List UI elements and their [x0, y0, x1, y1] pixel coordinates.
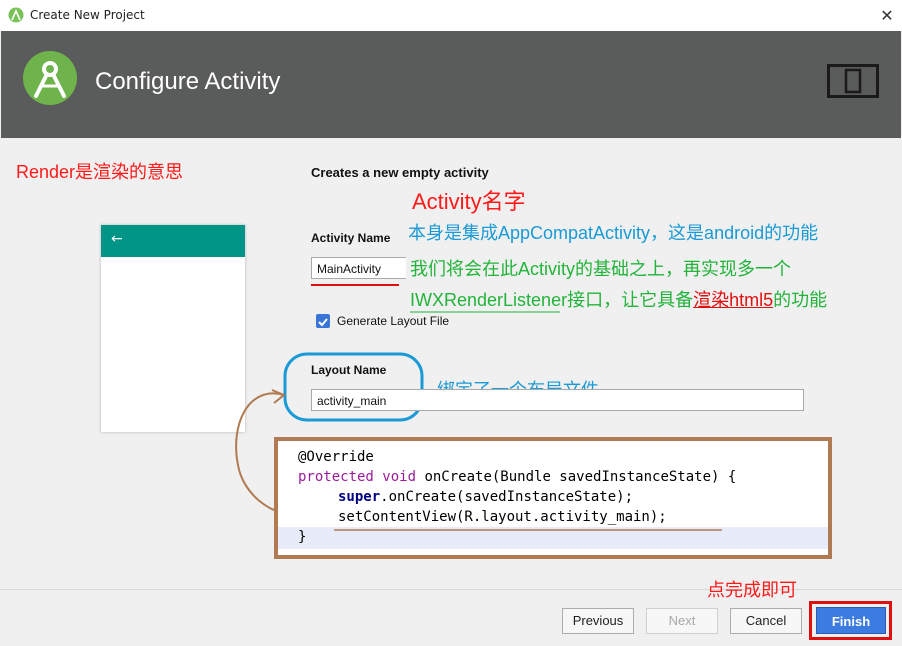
render-annotation: Render是渲染的意思	[16, 162, 184, 182]
layout-name-field[interactable]: activity_main	[311, 389, 804, 411]
code-text: .onCreate(savedInstanceState);	[380, 489, 634, 505]
annotation-red-html5: 渲染html5	[693, 290, 774, 310]
annotation-green-1: 我们将会在此Activity的基础之上，再实现多一个	[410, 259, 792, 279]
wizard-header: Configure Activity	[1, 31, 901, 138]
finish-annotation: 点完成即可	[707, 580, 797, 600]
annotation-green-2: IWXRenderListener接口，让它具备渲染html5的功能	[410, 286, 827, 312]
code-keyword-super: super	[338, 489, 381, 505]
window-titlebar: Create New Project ✕	[0, 0, 902, 31]
android-studio-icon	[8, 7, 24, 23]
activity-name-annotation: Activity名字	[412, 189, 526, 214]
annotation-green-2a: IWXRenderListener接口，让它具备	[410, 290, 694, 310]
annotation-blue-1: 本身是集成AppCompatActivity，这是android的功能	[408, 223, 819, 243]
annotation-green-2c: 的功能	[773, 290, 828, 310]
code-snippet: @Override protected void onCreate(Bundle…	[274, 437, 832, 559]
generate-layout-label: Generate Layout File	[337, 314, 450, 328]
section-title: Creates a new empty activity	[311, 165, 489, 180]
next-button[interactable]: Next	[646, 608, 718, 634]
window-title: Create New Project	[30, 8, 145, 22]
code-underline	[334, 529, 722, 531]
generate-layout-checkbox[interactable]	[316, 314, 330, 328]
preview-toolbar: ←	[101, 225, 245, 257]
code-keyword: protected void	[298, 469, 417, 485]
device-icon	[827, 64, 879, 98]
checkbox-checked-icon	[318, 318, 328, 327]
activity-name-underline	[311, 284, 399, 286]
layout-name-label: Layout Name	[311, 363, 387, 377]
code-text: onCreate(Bundle savedInstanceState) {	[416, 469, 737, 485]
activity-name-label: Activity Name	[311, 231, 391, 245]
page-title: Configure Activity	[95, 68, 281, 95]
code-line-4: setContentView(R.layout.activity_main);	[338, 509, 667, 525]
finish-button[interactable]: Finish	[816, 607, 886, 634]
code-line-3: super.onCreate(savedInstanceState);	[338, 489, 633, 505]
previous-button[interactable]: Previous	[562, 608, 634, 634]
cancel-button[interactable]: Cancel	[730, 608, 802, 634]
close-icon[interactable]: ✕	[872, 0, 902, 31]
code-line-2: protected void onCreate(Bundle savedInst…	[298, 469, 736, 485]
code-line-1: @Override	[298, 449, 374, 465]
activity-preview: ←	[101, 225, 245, 432]
code-line-5: }	[298, 529, 307, 545]
back-arrow-icon: ←	[111, 231, 123, 247]
android-studio-logo	[23, 51, 77, 105]
